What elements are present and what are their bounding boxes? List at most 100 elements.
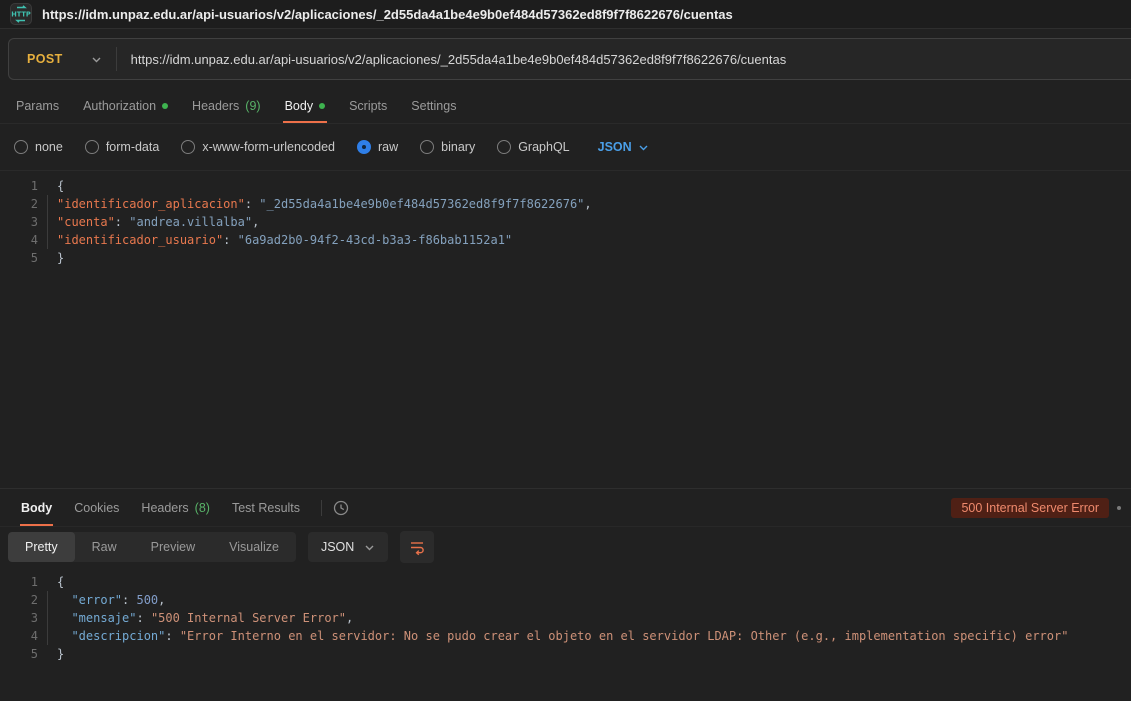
more-options-icon[interactable] bbox=[1117, 506, 1121, 510]
green-dot-icon bbox=[162, 103, 168, 109]
code-text: "identificador_usuario": "6a9ad2b0-94f2-… bbox=[57, 231, 1131, 249]
body-type-option-none[interactable]: none bbox=[14, 140, 63, 154]
code-text: "identificador_aplicacion": "_2d55da4a1b… bbox=[57, 195, 1131, 213]
body-type-option-graphql[interactable]: GraphQL bbox=[497, 140, 569, 154]
request-tab-body[interactable]: Body bbox=[273, 89, 338, 123]
code-text: "descripcion": "Error Interno en el serv… bbox=[57, 627, 1131, 645]
code-line: 2 "error": 500, bbox=[0, 591, 1131, 609]
request-tab-headers[interactable]: Headers (9) bbox=[180, 89, 273, 123]
method-selector[interactable]: POST bbox=[9, 52, 91, 66]
code-text: } bbox=[57, 645, 1131, 663]
line-number: 4 bbox=[0, 627, 38, 645]
body-type-option-x-www-form-urlencoded[interactable]: x-www-form-urlencoded bbox=[181, 140, 335, 154]
tab-label: Authorization bbox=[83, 99, 156, 113]
tab-label: Headers bbox=[192, 99, 239, 113]
radio-label: form-data bbox=[106, 140, 160, 154]
radio-label: GraphQL bbox=[518, 140, 569, 154]
indent-guide bbox=[38, 195, 57, 213]
body-type-option-form-data[interactable]: form-data bbox=[85, 140, 160, 154]
indent-guide bbox=[38, 231, 57, 249]
line-number: 1 bbox=[0, 573, 38, 591]
request-tab-authorization[interactable]: Authorization bbox=[71, 89, 180, 123]
response-section: BodyCookiesHeaders(8)Test Results 500 In… bbox=[0, 488, 1131, 701]
indent-guide bbox=[38, 609, 57, 627]
line-number: 5 bbox=[0, 249, 38, 267]
response-tabs: Body CookiesHeaders(8)Test Results bbox=[10, 489, 311, 526]
radio-label: binary bbox=[441, 140, 475, 154]
code-line: 1{ bbox=[0, 177, 1131, 195]
request-body-editor[interactable]: 1{2"identificador_aplicacion": "_2d55da4… bbox=[0, 171, 1131, 488]
indent-guide bbox=[38, 177, 57, 195]
chevron-down-icon bbox=[364, 542, 375, 553]
code-line: 4 "identificador_usuario": "6a9ad2b0-94f2… bbox=[0, 231, 1131, 249]
tab-label: Settings bbox=[411, 99, 456, 113]
code-line: 3"cuenta": "andrea.villalba", bbox=[0, 213, 1131, 231]
request-tab-params[interactable]: Params bbox=[4, 89, 71, 123]
tab-count: (9) bbox=[245, 99, 260, 113]
view-tab-raw[interactable]: Raw bbox=[75, 532, 134, 562]
line-number: 5 bbox=[0, 645, 38, 663]
code-text: { bbox=[57, 573, 1131, 591]
line-number: 2 bbox=[0, 195, 38, 213]
url-input-container: POST https://idm.unpaz.edu.ar/api-usuari… bbox=[8, 38, 1131, 80]
radio-label: none bbox=[35, 140, 63, 154]
request-language-selector[interactable]: JSON bbox=[598, 140, 649, 154]
indent-guide bbox=[38, 573, 57, 591]
language-label: JSON bbox=[321, 540, 354, 554]
language-label: JSON bbox=[598, 140, 632, 154]
response-tab-body[interactable]: Body bbox=[10, 489, 63, 526]
response-tab-cookies[interactable]: Cookies bbox=[63, 489, 130, 526]
code-text: { bbox=[57, 177, 1131, 195]
response-view-switch: PrettyRawPreviewVisualize bbox=[8, 532, 296, 562]
url-field[interactable]: https://idm.unpaz.edu.ar/api-usuarios/v2… bbox=[117, 52, 787, 67]
response-tab-headers[interactable]: Headers(8) bbox=[130, 489, 221, 526]
indent-guide bbox=[38, 627, 57, 645]
view-tab-preview[interactable]: Preview bbox=[134, 532, 212, 562]
tab-label: Params bbox=[16, 99, 59, 113]
wrap-lines-button[interactable] bbox=[400, 531, 434, 563]
divider bbox=[321, 500, 322, 516]
line-number: 1 bbox=[0, 177, 38, 195]
http-request-icon: HTTP bbox=[10, 3, 32, 25]
line-number: 2 bbox=[0, 591, 38, 609]
code-text: } bbox=[57, 249, 1131, 267]
request-tab-scripts[interactable]: Scripts bbox=[337, 89, 399, 123]
chevron-down-icon bbox=[638, 142, 649, 153]
code-line: 4 "descripcion": "Error Interno en el se… bbox=[0, 627, 1131, 645]
tab-label: Body bbox=[21, 501, 52, 515]
line-number: 4 bbox=[0, 231, 38, 249]
code-line: 2 "identificador_aplicacion": "_2d55da4a1… bbox=[0, 195, 1131, 213]
radio-icon bbox=[14, 140, 28, 154]
history-clock-icon[interactable] bbox=[332, 489, 350, 526]
body-type-option-raw[interactable]: raw bbox=[357, 140, 398, 154]
request-tab-title[interactable]: https://idm.unpaz.edu.ar/api-usuarios/v2… bbox=[42, 7, 733, 22]
indent-guide bbox=[38, 645, 57, 663]
svg-text:HTTP: HTTP bbox=[11, 11, 31, 19]
radio-icon bbox=[497, 140, 511, 154]
code-line: 5} bbox=[0, 645, 1131, 663]
view-tab-pretty[interactable]: Pretty bbox=[8, 532, 75, 562]
line-number: 3 bbox=[0, 213, 38, 231]
tab-label: Headers bbox=[141, 501, 188, 515]
indent-guide bbox=[38, 591, 57, 609]
view-tab-visualize[interactable]: Visualize bbox=[212, 532, 296, 562]
green-dot-icon bbox=[319, 103, 325, 109]
tab-label: Scripts bbox=[349, 99, 387, 113]
code-line: 5} bbox=[0, 249, 1131, 267]
line-number: 3 bbox=[0, 609, 38, 627]
response-language-selector[interactable]: JSON bbox=[308, 532, 388, 562]
chevron-down-icon[interactable] bbox=[91, 54, 102, 65]
code-text: "mensaje": "500 Internal Server Error", bbox=[57, 609, 1131, 627]
response-tab-test-results[interactable]: Test Results bbox=[221, 489, 311, 526]
code-line: 1{ bbox=[0, 573, 1131, 591]
radio-icon bbox=[85, 140, 99, 154]
indent-guide bbox=[38, 213, 57, 231]
window-tab-bar: HTTP https://idm.unpaz.edu.ar/api-usuari… bbox=[0, 0, 1131, 29]
code-text: "error": 500, bbox=[57, 591, 1131, 609]
wrap-lines-icon bbox=[408, 538, 426, 556]
body-type-option-binary[interactable]: binary bbox=[420, 140, 475, 154]
body-type-row: none form-data x-www-form-urlencoded raw bin… bbox=[0, 124, 1131, 171]
request-url-row: POST https://idm.unpaz.edu.ar/api-usuari… bbox=[0, 29, 1131, 89]
request-tab-settings[interactable]: Settings bbox=[399, 89, 468, 123]
radio-label: x-www-form-urlencoded bbox=[202, 140, 335, 154]
